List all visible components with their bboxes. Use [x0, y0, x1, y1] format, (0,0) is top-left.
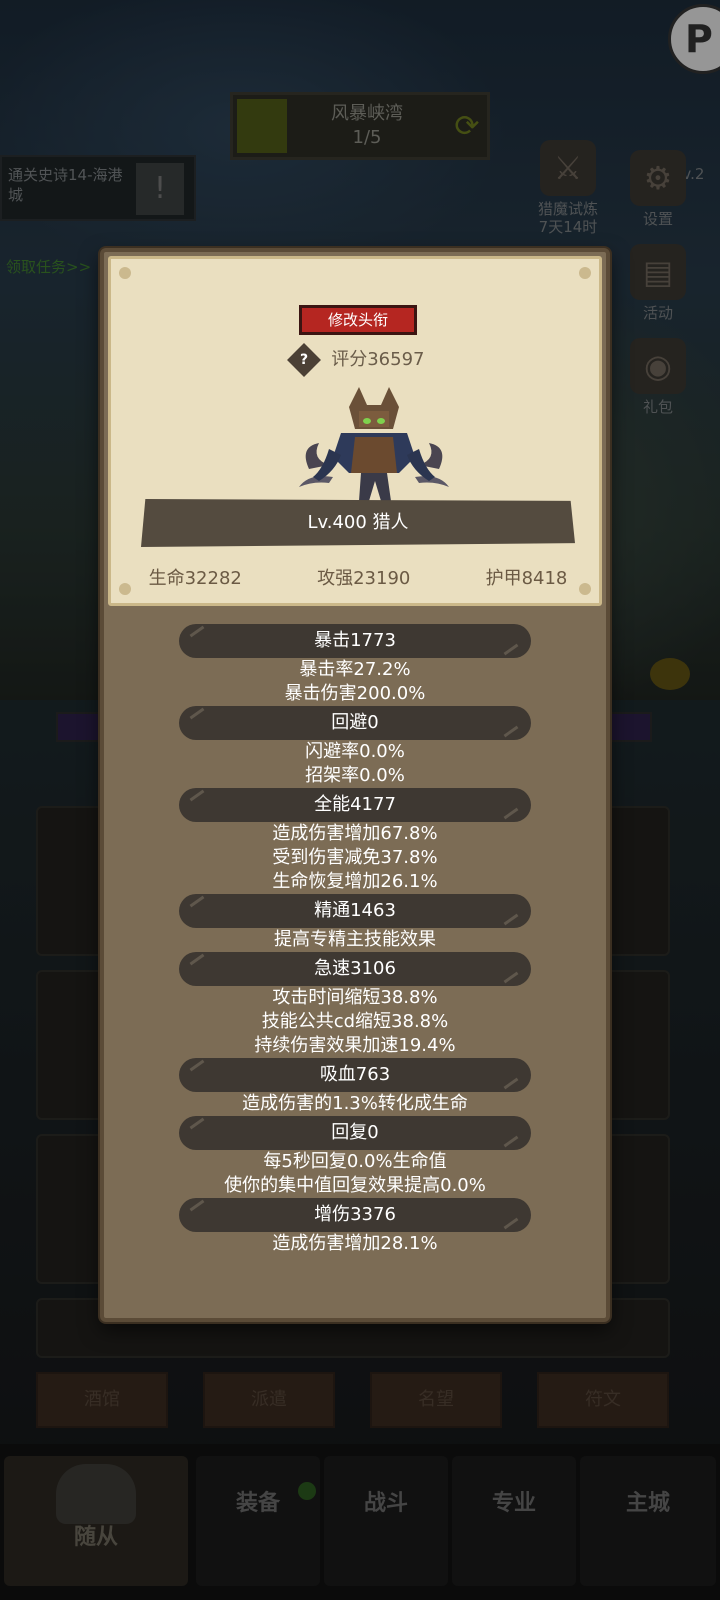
- core-stats-row: 生命32282 攻强23190 护甲8418: [111, 564, 605, 590]
- score-row: ? 评分36597: [111, 343, 605, 377]
- score-value: 评分36597: [331, 349, 425, 370]
- attr-line: 暴击伤害200.0%: [284, 683, 426, 704]
- attr-header-avoidance: 回避0: [179, 706, 531, 740]
- attr-line: 造成伤害增加67.8%: [272, 823, 438, 844]
- edit-title-button[interactable]: 修改头衔: [299, 305, 417, 335]
- stat-attack-power: 攻强23190: [317, 568, 411, 589]
- help-icon[interactable]: ?: [286, 343, 321, 377]
- hunter-character-sprite: [299, 387, 449, 501]
- rivet: [119, 267, 131, 279]
- attr-line: 暴击率27.2%: [299, 659, 411, 680]
- attr-header-mastery: 精通1463: [179, 894, 531, 928]
- attr-line: 持续伤害效果加速19.4%: [254, 1035, 456, 1056]
- attr-line: 攻击时间缩短38.8%: [272, 987, 438, 1008]
- attr-header-haste: 急速3106: [179, 952, 531, 986]
- level-class-banner: Lv.400 猎人: [141, 499, 575, 547]
- attr-header-damage-bonus: 增伤3376: [179, 1198, 531, 1232]
- attr-line: 受到伤害减免37.8%: [272, 847, 438, 868]
- attr-header-crit: 暴击1773: [179, 624, 531, 658]
- attr-line: 闪避率0.0%: [305, 741, 405, 762]
- character-info-dialog: 修改头衔 ? 评分36597 Lv.400 猎人 生命32282 攻强23190…: [100, 248, 610, 1322]
- attr-line: 提高专精主技能效果: [274, 929, 436, 950]
- attr-header-regen: 回复0: [179, 1116, 531, 1150]
- attr-line: 造成伤害增加28.1%: [272, 1233, 438, 1254]
- attr-line: 使你的集中值回复效果提高0.0%: [224, 1175, 486, 1196]
- character-header-panel: 修改头衔 ? 评分36597 Lv.400 猎人 生命32282 攻强23190…: [108, 256, 602, 606]
- attr-line: 招架率0.0%: [305, 765, 405, 786]
- stat-hp: 生命32282: [148, 568, 242, 589]
- attr-header-lifesteal: 吸血763: [179, 1058, 531, 1092]
- attr-header-versatility: 全能4177: [179, 788, 531, 822]
- attr-line: 造成伤害的1.3%转化成生命: [242, 1093, 468, 1114]
- attribute-list: 暴击1773 暴击率27.2% 暴击伤害200.0% 回避0 闪避率0.0% 招…: [104, 624, 606, 1256]
- attr-line: 技能公共cd缩短38.8%: [261, 1011, 449, 1032]
- stat-armor: 护甲8418: [485, 568, 568, 589]
- rivet: [579, 267, 591, 279]
- attr-line: 每5秒回复0.0%生命值: [263, 1151, 447, 1172]
- attr-line: 生命恢复增加26.1%: [272, 871, 438, 892]
